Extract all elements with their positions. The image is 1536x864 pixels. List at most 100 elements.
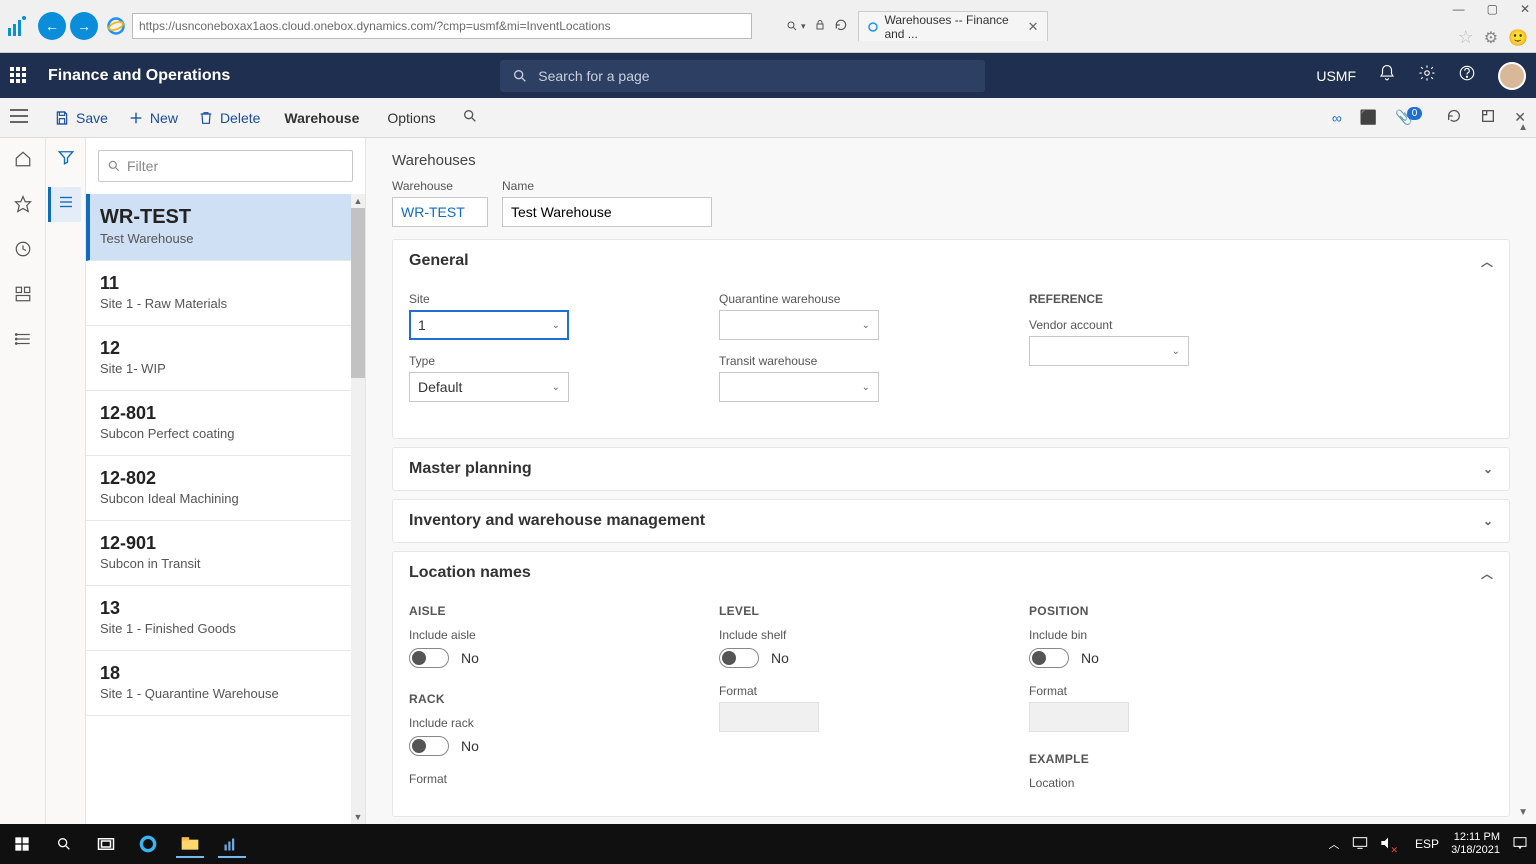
delete-button[interactable]: Delete [188,110,270,126]
include-aisle-toggle[interactable] [409,648,449,668]
scrollbar-thumb[interactable] [351,208,365,378]
content-scroll-up-icon[interactable]: ▲ [1518,122,1528,133]
window-close[interactable]: ✕ [1520,2,1530,16]
link-icon[interactable]: ∞ [1332,110,1342,126]
include-shelf-toggle[interactable] [719,648,759,668]
gear-icon[interactable] [1418,64,1436,87]
quarantine-label: Quarantine warehouse [719,292,879,306]
attachments-icon[interactable]: 📎0 [1395,109,1428,126]
include-bin-label: Include bin [1029,628,1289,642]
level-heading: LEVEL [719,604,979,618]
rack-heading: RACK [409,692,669,706]
back-button[interactable]: ← [38,12,66,40]
section-header-general[interactable]: General ︿ [393,240,1509,282]
content-area: Warehouses Warehouse Name General ︿ Si [366,138,1536,824]
include-rack-toggle[interactable] [409,736,449,756]
refresh-icon[interactable] [1446,108,1462,127]
name-field[interactable] [502,197,712,227]
action-search-icon[interactable] [462,108,478,127]
search-page-input[interactable]: Search for a page [500,60,985,92]
scroll-down-icon[interactable]: ▼ [353,812,363,822]
popout-icon[interactable] [1480,108,1496,127]
browser-tab[interactable]: Warehouses -- Finance and ... ✕ [858,11,1048,41]
list-item[interactable]: 13Site 1 - Finished Goods [86,586,365,651]
include-shelf-state: No [771,650,789,666]
dynamics-taskbar-icon[interactable] [218,830,246,858]
emoji-icon[interactable]: 🙂 [1508,28,1528,48]
page-heading: Warehouses [392,152,1510,169]
vendor-select[interactable]: ⌄ [1029,336,1189,366]
include-aisle-label: Include aisle [409,628,669,642]
workspace-icon[interactable] [14,285,32,308]
ie-taskbar-icon[interactable] [134,830,162,858]
action-bar: Save New Delete Warehouse Options ∞ ⬛ 📎0… [0,98,1536,138]
modules-icon[interactable] [14,330,32,353]
explorer-taskbar-icon[interactable] [176,830,204,858]
nav-hamburger-icon[interactable] [10,109,30,126]
recent-icon[interactable] [14,240,32,263]
chevron-down-icon: ⌄ [1483,514,1493,528]
star-icon[interactable] [14,195,32,218]
content-scroll-down-icon[interactable]: ▼ [1518,807,1528,818]
sidebar: Filter ▲ ▼ WR-TESTTest Warehouse 11Site … [46,138,366,824]
transit-select[interactable]: ⌄ [719,372,879,402]
office-icon[interactable]: ⬛ [1360,109,1377,126]
home-icon[interactable] [14,150,32,173]
app-launcher-icon[interactable] [10,67,28,85]
help-icon[interactable] [1458,64,1476,87]
start-icon[interactable] [8,830,36,858]
user-avatar[interactable] [1498,62,1526,90]
warehouse-list[interactable]: ▲ ▼ WR-TESTTest Warehouse 11Site 1 - Raw… [86,194,365,824]
section-header-master-planning[interactable]: Master planning ⌄ [393,448,1509,490]
settings-gear-icon[interactable]: ⚙ [1484,28,1498,48]
forward-button[interactable]: → [70,12,98,40]
type-label: Type [409,354,569,368]
favorite-icon[interactable]: ☆ [1458,27,1474,48]
tray-clock[interactable]: 12:11 PM 3/18/2021 [1451,831,1500,857]
list-view-icon[interactable] [48,187,81,222]
app-bar: Finance and Operations Search for a page… [0,53,1536,98]
list-item[interactable]: 12-801Subcon Perfect coating [86,391,365,456]
tab-options[interactable]: Options [373,110,449,126]
app-logo-icon [6,14,30,38]
bell-icon[interactable] [1378,64,1396,87]
window-minimize[interactable]: — [1453,2,1465,16]
scroll-up-icon[interactable]: ▲ [353,196,363,206]
include-bin-toggle[interactable] [1029,648,1069,668]
type-select[interactable]: Default⌄ [409,372,569,402]
list-item[interactable]: 12-802Subcon Ideal Machining [86,456,365,521]
tray-display-icon[interactable] [1352,836,1368,853]
tray-volume-icon[interactable]: ✕ [1380,836,1404,853]
chevron-down-icon: ⌄ [1172,346,1180,357]
chevron-down-icon: ⌄ [552,320,560,331]
list-item[interactable]: 12Site 1- WIP [86,326,365,391]
list-item[interactable]: WR-TESTTest Warehouse [86,194,365,261]
list-item[interactable]: 11Site 1 - Raw Materials [86,261,365,326]
trash-icon [198,110,214,126]
quarantine-select[interactable]: ⌄ [719,310,879,340]
tray-notifications-icon[interactable] [1512,835,1528,854]
section-header-inventory[interactable]: Inventory and warehouse management ⌄ [393,500,1509,542]
taskbar-search-icon[interactable] [50,830,78,858]
refresh-icon[interactable] [834,18,848,35]
new-button[interactable]: New [118,110,188,126]
site-select[interactable]: 1⌄ [409,310,569,340]
section-header-location-names[interactable]: Location names ︿ [393,552,1509,594]
filter-input[interactable]: Filter [98,150,353,182]
window-restore[interactable]: ▢ [1487,2,1498,16]
save-button[interactable]: Save [44,110,118,126]
tray-chevron-icon[interactable]: ︿ [1329,836,1340,852]
filter-icon[interactable] [57,148,75,171]
tab-title: Warehouses -- Finance and ... [884,13,1021,41]
tab-close-icon[interactable]: ✕ [1028,19,1039,35]
list-item[interactable]: 18Site 1 - Quarantine Warehouse [86,651,365,716]
tray-lang[interactable]: ESP [1415,837,1439,851]
search-dropdown[interactable]: ▾ [786,20,806,32]
task-view-icon[interactable] [92,830,120,858]
company-picker[interactable]: USMF [1316,68,1356,84]
browser-chrome: ← → https://usnconeboxax1aos.cloud.onebo… [0,0,1536,53]
url-bar[interactable]: https://usnconeboxax1aos.cloud.onebox.dy… [132,13,752,39]
warehouse-field[interactable] [392,197,488,227]
tab-warehouse[interactable]: Warehouse [270,110,373,126]
list-item[interactable]: 12-901Subcon in Transit [86,521,365,586]
